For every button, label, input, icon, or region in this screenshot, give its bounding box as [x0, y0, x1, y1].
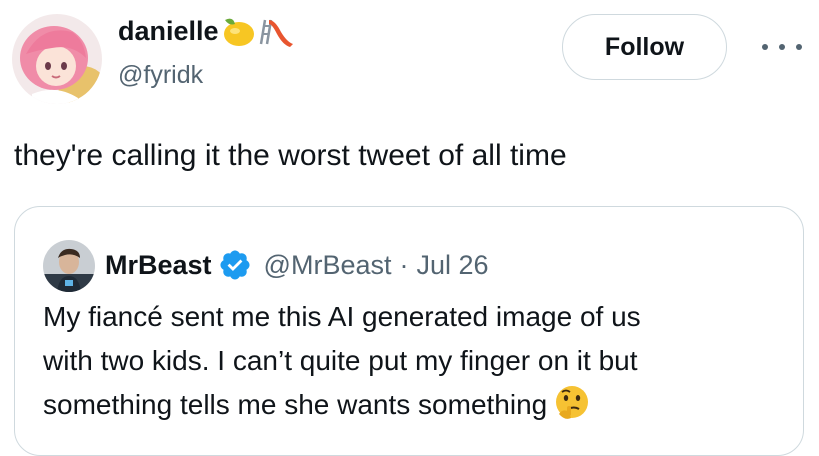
quoted-author-name[interactable]: MrBeast [105, 250, 212, 281]
dot [779, 44, 785, 50]
quoted-author-handle[interactable]: @MrBeast [264, 250, 392, 281]
quoted-author-avatar[interactable] [43, 240, 95, 292]
tweet-text: they're calling it the worst tweet of al… [14, 139, 567, 172]
author-handle[interactable]: @fyridk [118, 58, 203, 92]
dot [796, 44, 802, 50]
author-name-row[interactable]: danielle [118, 14, 295, 48]
author-avatar[interactable] [12, 14, 102, 104]
follow-button[interactable]: Follow [562, 14, 727, 80]
anime-avatar-image [12, 14, 102, 104]
quoted-text-line: with two kids. I can’t quite put my fing… [43, 345, 638, 376]
quoted-text-line: something tells me she wants something [43, 389, 548, 420]
quoted-tweet-card[interactable]: MrBeast @MrBeast · Jul 26 My fiancé sent… [14, 206, 804, 456]
quoted-tweet-date[interactable]: Jul 26 [416, 250, 488, 281]
quoted-text-line-last: something tells me she wants something [43, 383, 783, 427]
dot [762, 44, 768, 50]
person-avatar-image [43, 240, 95, 292]
verified-badge-icon [220, 250, 250, 280]
quoted-tweet-header: MrBeast @MrBeast · Jul 26 [105, 245, 489, 285]
thinking-face-icon [553, 384, 591, 422]
lemon-icon [219, 14, 257, 48]
quoted-text-line: My fiancé sent me this AI generated imag… [43, 301, 641, 332]
separator-dot: · [399, 249, 409, 280]
author-name[interactable]: danielle [118, 14, 219, 48]
more-options-icon[interactable] [762, 40, 802, 54]
quoted-tweet-text: My fiancé sent me this AI generated imag… [43, 295, 783, 427]
slide-icon [257, 14, 295, 48]
